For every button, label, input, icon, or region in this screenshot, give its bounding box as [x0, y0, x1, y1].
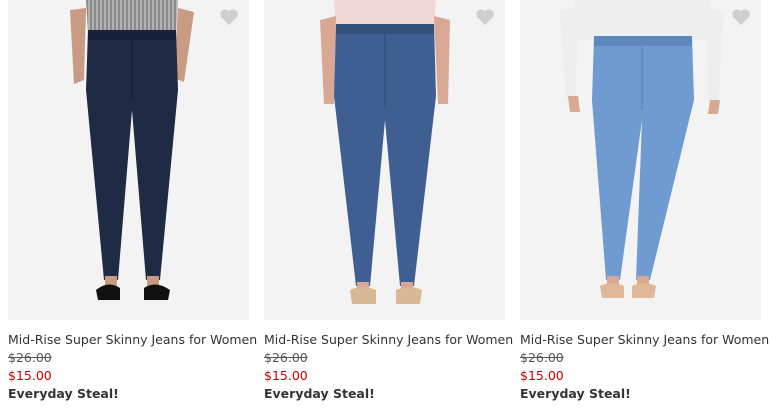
- jeans-model-illustration: [8, 0, 249, 320]
- original-price: $26.00: [8, 350, 52, 365]
- jeans-model-illustration: [520, 0, 761, 320]
- sale-price: $15.00: [264, 368, 308, 383]
- product-card[interactable]: Mid-Rise Super Skinny Jeans for Women $2…: [8, 0, 257, 401]
- product-grid: Mid-Rise Super Skinny Jeans for Women $2…: [0, 0, 777, 417]
- promo-label: Everyday Steal!: [8, 386, 119, 401]
- product-card[interactable]: Mid-Rise Super Skinny Jeans for Women $2…: [264, 0, 513, 401]
- heart-icon[interactable]: [731, 8, 751, 26]
- promo-label: Everyday Steal!: [520, 386, 631, 401]
- jeans-model-illustration: [264, 0, 505, 320]
- original-price: $26.00: [264, 350, 308, 365]
- product-name[interactable]: Mid-Rise Super Skinny Jeans for Women: [8, 332, 257, 347]
- product-image[interactable]: [520, 0, 761, 320]
- product-card[interactable]: Mid-Rise Super Skinny Jeans for Women $2…: [520, 0, 769, 401]
- product-image[interactable]: [8, 0, 249, 320]
- product-name[interactable]: Mid-Rise Super Skinny Jeans for Women: [520, 332, 769, 347]
- original-price: $26.00: [520, 350, 564, 365]
- product-name[interactable]: Mid-Rise Super Skinny Jeans for Women: [264, 332, 513, 347]
- promo-label: Everyday Steal!: [264, 386, 375, 401]
- sale-price: $15.00: [8, 368, 52, 383]
- sale-price: $15.00: [520, 368, 564, 383]
- heart-icon[interactable]: [475, 8, 495, 26]
- product-image[interactable]: [264, 0, 505, 320]
- heart-icon[interactable]: [219, 8, 239, 26]
